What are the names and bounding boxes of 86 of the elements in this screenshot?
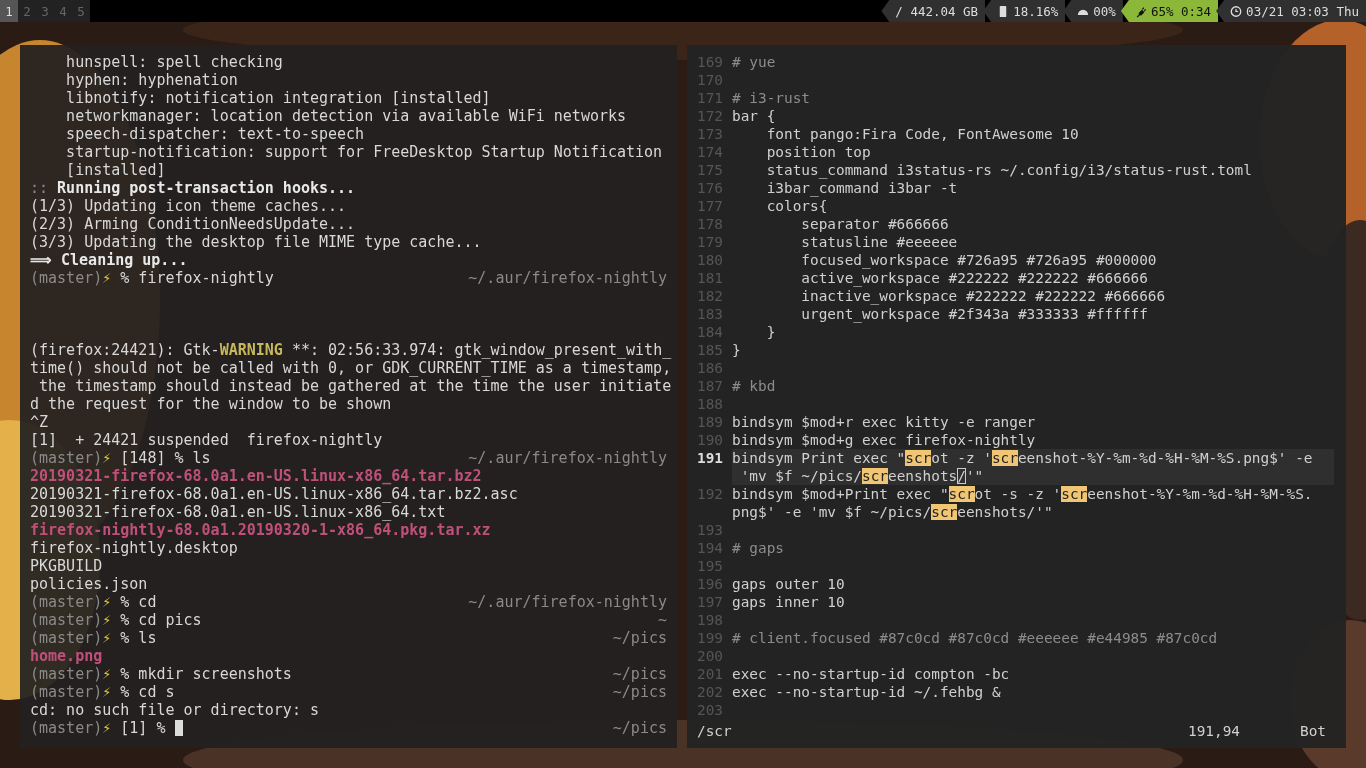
code-line: gaps outer 10 [732,575,846,593]
terminal-line: [1] + 24421 suspended firefox-nightly [30,431,383,449]
terminal-line: the timestamp should instead be gathered at the time the user initiate [38,377,672,395]
code-line: bar { [732,107,777,125]
terminal-line: (3/3) Updating the desktop file MIME type cache... [30,233,482,251]
code-line: bindsym $mod+r exec kitty -e ranger [732,413,1037,431]
path-text: ~ [657,611,667,629]
code-line: # yue [732,53,777,71]
path-text: ~/pics [612,629,667,647]
prompt-text: (master)⚡ % firefox-nightly [30,269,274,287]
clock-icon [1230,4,1243,18]
terminal-line: PKGBUILD [30,557,103,575]
code-line: } [732,341,742,359]
terminal-line: (2/3) Arming ConditionNeedsUpdate... [30,215,356,233]
prompt-text: (master)⚡ % mkdir screenshots [30,665,292,683]
workspace-button[interactable]: 2 [18,0,36,22]
terminal-line: 20190321-firefox-68.0a1.en-US.linux-x86_64.txt [30,503,446,521]
terminal-line: firefox-nightly-68.0a1.20190320-1-x86_64.pkg.tar.xz [30,521,491,539]
terminal-line: :: Running post-transaction hooks... [30,179,356,197]
terminal-line: startup-notification: support for FreeDesktop Startup Notification [65,143,663,161]
terminal-line: hyphen: hyphenation [65,71,238,89]
code-line: gaps inner 10 [732,593,846,611]
path-text: ~/.aur/firefox-nightly [468,269,667,287]
terminal-line: policies.json [30,575,148,593]
code-line: # client.focused #87c0cd #87c0cd #eeeeee #e44985 #87c0cd [732,629,1219,647]
plug-icon [1134,4,1147,18]
code-line: statusline #eeeeee [800,233,959,251]
code-line: i3bar_command i3bar -t [765,179,959,197]
code-line: font pango:Fira Code, FontAwesome 10 [765,125,1080,143]
path-text: ~/.aur/firefox-nightly [468,593,667,611]
path-text: ~/pics [612,719,667,737]
terminal-line: (1/3) Updating icon theme caches... [30,197,347,215]
terminal-line: 20190321-firefox-68.0a1.en-US.linux-x86_64.tar.bz2 [30,467,482,485]
code-line: # i3-rust [732,89,811,107]
workspace-button[interactable]: 5 [72,0,90,22]
path-text: ~/pics [612,683,667,701]
workspace-button[interactable]: 3 [36,0,54,22]
terminal-line: ⟹ Cleaning up... [30,251,188,269]
terminal-line: networkmanager: location detection via available WiFi networks [65,107,627,125]
cpu-usage: 00% [1063,0,1123,22]
line-number: 191 [697,449,724,467]
terminal-line: cd: no such file or directory: s [30,701,319,719]
prompt-text: (master)⚡ % cd s [30,683,175,701]
command-line[interactable]: /scr [697,722,732,740]
terminal-line: home.png [30,647,103,665]
terminal-line: time() should not be called with 0, or GDK_CURRENT_TIME as a timestamp, [30,359,672,377]
code-line: active_workspace #222222 #222222 #666666 [800,269,1149,287]
prompt-text: (master)⚡ % ls [30,629,157,647]
disk-usage: / 442.04 GB [881,0,986,22]
prompt-text: (master)⚡ % cd pics [30,611,202,629]
code-line: inactive_workspace #222222 #222222 #666666 [800,287,1167,305]
code-line: separator #666666 [800,215,950,233]
cursor-position: 191,94 [1188,722,1240,740]
code-line: bindsym $mod+g exec firefox-nightly [732,431,1037,449]
terminal-line: [installed] [65,161,166,179]
memory-usage: 18.16% [983,0,1066,22]
terminal-line: (firefox:24421): Gtk-WARNING **: 02:56:33.974: gtk_window_present_with_ [30,341,672,359]
code-line: png$' -e 'mv $f ~/pics/screenshots/'" [732,503,1054,521]
path-text: ~/.aur/firefox-nightly [468,449,667,467]
code-line: # kbd [732,377,777,395]
terminal-line: hunspell: spell checking [65,53,283,71]
prompt-text: (master)⚡ [1] % [30,719,167,737]
terminal-line: libnotify: notification integration [installed] [65,89,491,107]
code-line: colors{ [765,197,829,215]
prompt-text: (master)⚡ [148] % ls [30,449,211,467]
terminal-line: 20190321-firefox-68.0a1.en-US.linux-x86_64.tar.bz2.asc [30,485,518,503]
code-line: focused_workspace #726a95 #726a95 #000000 [800,251,1158,269]
code-line: position top [765,143,872,161]
code-line: # gaps [732,539,785,557]
code-line: } [765,323,777,341]
prompt-text: (master)⚡ % cd [30,593,157,611]
code-line: exec --no-startup-id ~/.fehbg & [732,683,1002,701]
workspace-button[interactable]: 1 [0,0,18,22]
code-line: urgent_workspace #2f343a #333333 #ffffff [800,305,1149,323]
code-line: exec --no-startup-id compton -bc [732,665,1011,683]
terminal-line: speech-dispatcher: text-to-speech [65,125,365,143]
terminal-line: firefox-nightly.desktop [30,539,238,557]
code-line: bindsym $mod+Print exec "scrot -s -z 'screenshot-%Y-%m-%d-%H-%M-%S. [732,485,1314,503]
terminal-line: d the request for the window to be shown [30,395,392,413]
code-line: status_command i3status-rs ~/.config/i3/status-rust.toml [765,161,1253,179]
battery-status: 65% 0:34 [1120,0,1219,22]
path-text: ~/pics [612,665,667,683]
terminal-line: ^Z [30,413,49,431]
scroll-position: Bot [1300,722,1326,740]
clock: 03/21 03:03 Thu [1216,0,1366,22]
workspace-button[interactable]: 4 [54,0,72,22]
